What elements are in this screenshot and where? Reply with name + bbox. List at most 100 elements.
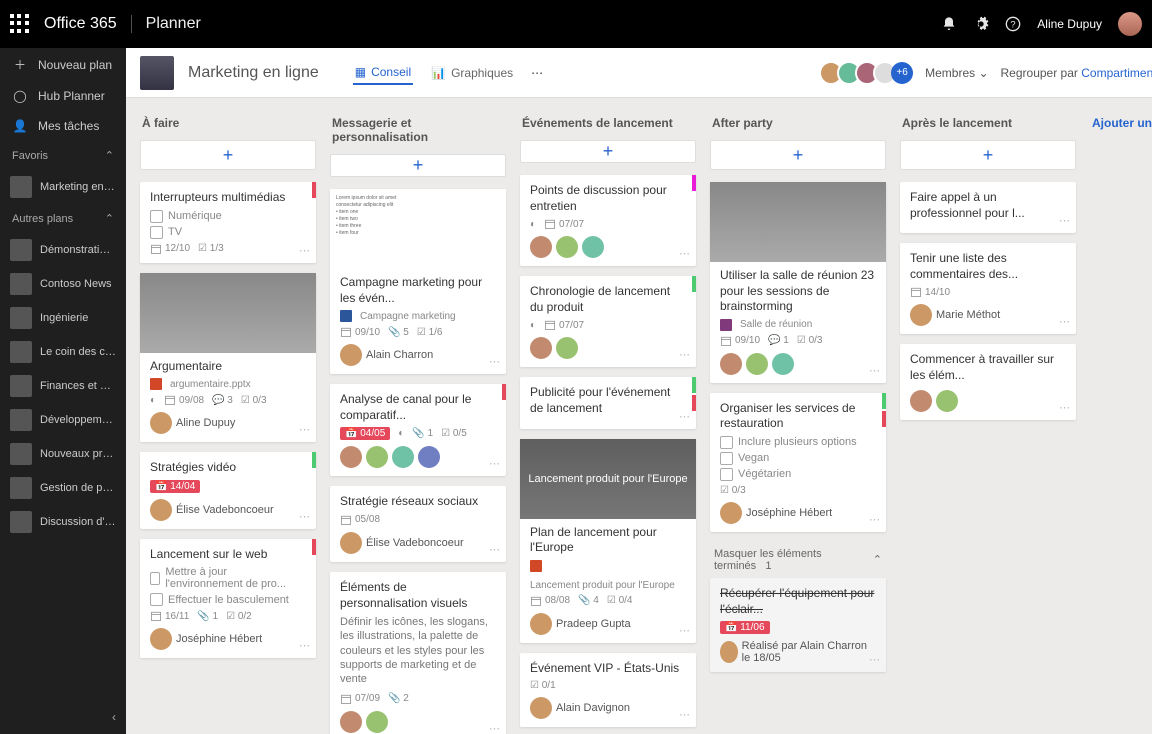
due-date: 09/10 — [720, 335, 760, 347]
plan-label: Le coin des cadres — [40, 346, 116, 358]
date-badge: 📅 14/04 — [150, 480, 200, 493]
plan-item[interactable]: Marketing en ligne — [0, 170, 126, 204]
card-menu-icon[interactable]: ⋯ — [869, 364, 880, 377]
card-menu-icon[interactable]: ⋯ — [869, 513, 880, 526]
settings-icon[interactable] — [973, 16, 989, 32]
checklist-item[interactable]: Inclure plusieurs options — [720, 436, 876, 449]
checklist-item[interactable]: Mettre à jour l'environnement de pro... — [150, 566, 306, 590]
nav-nouveau-plan[interactable]: ＋Nouveau plan — [0, 48, 126, 81]
card-menu-icon[interactable]: ⋯ — [299, 510, 310, 523]
card-menu-icon[interactable]: ⋯ — [489, 457, 500, 470]
plan-item[interactable]: Contoso News — [0, 267, 126, 301]
task-card[interactable]: Éléments de personnalisation visuelsDéfi… — [330, 572, 506, 734]
collapse-sidebar-icon[interactable]: ‹ — [112, 710, 116, 724]
card-menu-icon[interactable]: ⋯ — [1059, 214, 1070, 227]
task-card[interactable]: Faire appel à un professionnel pour l...… — [900, 182, 1076, 233]
card-menu-icon[interactable]: ⋯ — [299, 423, 310, 436]
task-card[interactable]: Points de discussion pour entretien◐07/0… — [520, 175, 696, 266]
assignee-avatar — [340, 532, 362, 554]
task-card[interactable]: Récupérer l'équipement pour l'éclair...📅… — [710, 578, 886, 672]
card-menu-icon[interactable]: ⋯ — [679, 410, 690, 423]
svg-text:?: ? — [1011, 19, 1016, 29]
user-avatar[interactable] — [1118, 12, 1142, 36]
plan-thumb — [10, 511, 32, 533]
task-card[interactable]: Argumentaireargumentaire.pptx◐09/08💬 3☑ … — [140, 273, 316, 443]
card-menu-icon[interactable]: ⋯ — [299, 244, 310, 257]
bucket-title[interactable]: After party — [710, 112, 886, 134]
task-card[interactable]: Lorem ipsum dolor sit ametconsectetur ad… — [330, 189, 506, 374]
add-task-button[interactable]: + — [520, 140, 696, 163]
due-date: 07/07 — [544, 319, 584, 331]
plan-item[interactable]: Développement mobile — [0, 403, 126, 437]
task-card[interactable]: Analyse de canal pour le comparatif...📅 … — [330, 384, 506, 476]
card-menu-icon[interactable]: ⋯ — [1059, 315, 1070, 328]
other-plans-header[interactable]: Autres plans ⌃ — [0, 204, 126, 233]
more-members-badge[interactable]: +6 — [891, 62, 913, 84]
card-menu-icon[interactable]: ⋯ — [489, 722, 500, 734]
task-card[interactable]: Commencer à travailler sur les élém...⋯ — [900, 344, 1076, 419]
plan-item[interactable]: Le coin des cadres — [0, 335, 126, 369]
checklist-item[interactable]: Végétarien — [720, 468, 876, 481]
task-card[interactable]: Interrupteurs multimédiasNumériqueTV12/1… — [140, 182, 316, 263]
plan-item[interactable]: Finances et comptabilité — [0, 369, 126, 403]
plan-item[interactable]: Nouveaux produits — [0, 437, 126, 471]
task-card[interactable]: Publicité pour l'événement de lancement⋯ — [520, 377, 696, 428]
members-dropdown[interactable]: Membres ⌄ — [925, 66, 988, 80]
favorites-header[interactable]: Favoris ⌃ — [0, 141, 126, 170]
card-menu-icon[interactable]: ⋯ — [489, 355, 500, 368]
add-task-button[interactable]: + — [330, 154, 506, 177]
task-card[interactable]: Tenir une liste des commentaires des...1… — [900, 243, 1076, 334]
card-menu-icon[interactable]: ⋯ — [679, 348, 690, 361]
plan-members[interactable]: +6 — [825, 61, 913, 85]
task-card[interactable]: Lancement sur le webMettre à jour l'envi… — [140, 539, 316, 659]
plan-item[interactable]: Ingénierie — [0, 301, 126, 335]
add-task-button[interactable]: + — [140, 140, 316, 170]
card-menu-icon[interactable]: ⋯ — [679, 624, 690, 637]
bucket-title[interactable]: Messagerie et personnalisation — [330, 112, 506, 148]
tab-conseil[interactable]: ▦Conseil — [353, 61, 413, 85]
checklist-item[interactable]: TV — [150, 226, 306, 239]
checklist-item[interactable]: Numérique — [150, 210, 306, 223]
bucket-title[interactable]: Événements de lancement — [520, 112, 696, 134]
card-menu-icon[interactable]: ⋯ — [299, 639, 310, 652]
assignee-avatar — [582, 236, 604, 258]
card-menu-icon[interactable]: ⋯ — [679, 247, 690, 260]
card-menu-icon[interactable]: ⋯ — [869, 653, 880, 666]
help-icon[interactable]: ? — [1005, 16, 1021, 32]
card-menu-icon[interactable]: ⋯ — [489, 543, 500, 556]
plan-item[interactable]: Discussion d'équipe — [0, 505, 126, 539]
card-menu-icon[interactable]: ⋯ — [1059, 401, 1070, 414]
task-card[interactable]: Utiliser la salle de réunion 23 pour les… — [710, 182, 886, 383]
task-card[interactable]: Organiser les services de restaurationIn… — [710, 393, 886, 532]
checklist-item[interactable]: Effectuer le basculement — [150, 593, 306, 606]
add-task-button[interactable]: + — [710, 140, 886, 170]
completed-toggle[interactable]: Masquer les éléments terminés 1⌃ — [710, 542, 886, 578]
notifications-icon[interactable] — [941, 16, 957, 32]
tab-graphiques[interactable]: 📊Graphiques — [429, 61, 515, 85]
card-menu-icon[interactable]: ⋯ — [679, 708, 690, 721]
assignee-avatar — [910, 390, 932, 412]
group-by[interactable]: Regrouper par Compartiment ⌄ — [1001, 66, 1152, 80]
nav-hub-planner[interactable]: ◯Hub Planner — [0, 81, 126, 111]
task-card[interactable]: Événement VIP - États-Unis☑ 0/1Alain Dav… — [520, 653, 696, 728]
bucket-title[interactable]: À faire — [140, 112, 316, 134]
nav-mes-tâches[interactable]: 👤Mes tâches — [0, 111, 126, 141]
tab-label: Graphiques — [451, 66, 513, 80]
task-card[interactable]: Lancement produit pour l'EuropePlan de l… — [520, 439, 696, 643]
topbar-right: ? Aline Dupuy — [941, 12, 1142, 36]
assignee-avatar — [720, 353, 742, 375]
add-bucket-link[interactable]: Ajouter un n — [1090, 112, 1152, 134]
checklist-progress: ☑ 1/6 — [417, 327, 443, 338]
plan-item[interactable]: Démonstration du build — [0, 233, 126, 267]
task-card[interactable]: Stratégie réseaux sociaux05/08Élise Vade… — [330, 486, 506, 562]
task-card[interactable]: Stratégies vidéo📅 14/04Élise Vadeboncoeu… — [140, 452, 316, 529]
more-menu[interactable]: ⋯ — [529, 62, 545, 84]
category-tag — [312, 182, 316, 198]
app-launcher-icon[interactable] — [10, 14, 30, 34]
plan-item[interactable]: Gestion de projet — [0, 471, 126, 505]
checklist-item[interactable]: Vegan — [720, 452, 876, 465]
task-card[interactable]: Chronologie de lancement du produit◐07/0… — [520, 276, 696, 367]
add-task-button[interactable]: + — [900, 140, 1076, 170]
card-title: Tenir une liste des commentaires des... — [910, 251, 1066, 282]
bucket-title[interactable]: Après le lancement — [900, 112, 1076, 134]
